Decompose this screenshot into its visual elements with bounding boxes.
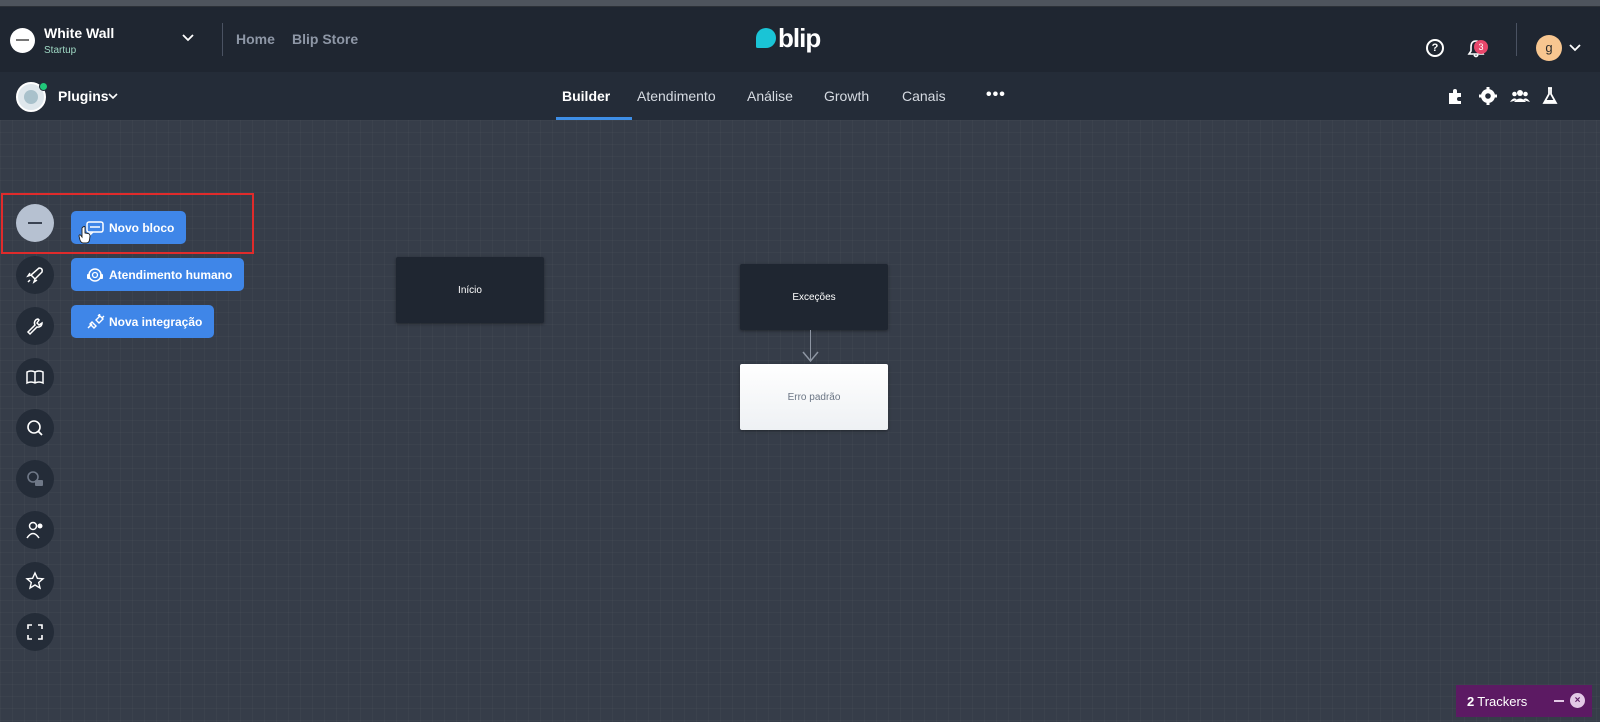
settings-lock-icon <box>27 471 43 486</box>
block-excecoes[interactable]: Exceções <box>740 264 888 330</box>
search-button[interactable] <box>16 409 54 447</box>
book-icon <box>26 370 44 385</box>
browser-top-strip <box>0 0 1600 7</box>
plug-icon <box>87 313 105 329</box>
header-divider <box>1516 23 1517 56</box>
book-button[interactable] <box>16 358 54 396</box>
team-icon[interactable] <box>1510 86 1530 106</box>
header-divider <box>222 23 223 56</box>
atendimento-humano-label: Atendimento humano <box>109 267 233 282</box>
headset-icon <box>87 267 103 282</box>
main-header: White Wall Startup Home Blip Store blip … <box>0 7 1600 72</box>
chevron-down-icon[interactable] <box>180 29 196 45</box>
nova-integracao-button[interactable]: Nova integração <box>71 305 215 338</box>
tab-canais[interactable]: Canais <box>902 88 946 104</box>
wrench-button[interactable] <box>16 307 54 345</box>
more-icon[interactable]: ••• <box>986 86 1006 104</box>
nav-home-link[interactable]: Home <box>236 31 275 47</box>
trackers-count: 2 <box>1467 693 1475 709</box>
help-icon[interactable]: ? <box>1426 39 1444 57</box>
brand-name: blip <box>778 23 821 53</box>
tab-analise[interactable]: Análise <box>747 88 793 104</box>
tab-atendimento[interactable]: Atendimento <box>637 88 716 104</box>
sub-header: Plugins Builder Atendimento Análise Grow… <box>0 72 1600 120</box>
brand-bubble-icon <box>756 28 776 48</box>
nova-integracao-label: Nova integração <box>109 314 203 329</box>
user-icon <box>26 521 43 539</box>
online-status-dot <box>39 82 48 91</box>
org-plan: Startup <box>44 45 77 56</box>
gear-icon[interactable] <box>1478 86 1498 106</box>
rocket-icon <box>26 267 43 284</box>
wrench-icon <box>26 318 43 336</box>
brand-logo[interactable]: blip <box>756 23 828 55</box>
star-icon <box>25 571 45 590</box>
fullscreen-button[interactable] <box>16 613 54 651</box>
settings-lock-button[interactable] <box>16 460 54 498</box>
puzzle-icon[interactable] <box>1446 86 1466 106</box>
arrow-down-icon <box>802 351 819 363</box>
chevron-down-icon[interactable] <box>107 90 119 102</box>
search-icon <box>27 420 43 436</box>
close-icon[interactable]: × <box>1570 693 1585 708</box>
chevron-down-icon[interactable] <box>1568 40 1582 54</box>
trackers-label: Trackers <box>1477 693 1528 709</box>
nav-store-link[interactable]: Blip Store <box>292 31 358 47</box>
minimize-icon[interactable] <box>1554 700 1564 702</box>
hand-cursor-icon <box>78 226 91 244</box>
block-inicio[interactable]: Início <box>396 257 544 323</box>
tab-builder[interactable]: Builder <box>562 88 610 104</box>
notification-badge: 3 <box>1474 40 1488 54</box>
favorites-button[interactable] <box>16 562 54 600</box>
block-erro-padrao-label: Erro padrão <box>787 391 841 403</box>
plugins-menu[interactable]: Plugins <box>58 88 109 104</box>
avatar[interactable]: g <box>1536 35 1562 61</box>
rocket-button[interactable] <box>16 256 54 294</box>
trackers-widget[interactable]: 2 Trackers × <box>1456 685 1592 717</box>
tab-growth[interactable]: Growth <box>824 88 869 104</box>
user-button[interactable] <box>16 511 54 549</box>
org-name[interactable]: White Wall <box>44 25 114 41</box>
atendimento-humano-button[interactable]: Atendimento humano <box>71 258 245 291</box>
block-excecoes-label: Exceções <box>792 291 836 303</box>
org-logo[interactable] <box>10 28 35 53</box>
block-inicio-label: Início <box>458 284 482 296</box>
block-erro-padrao[interactable]: Erro padrão <box>740 364 888 430</box>
flask-icon[interactable] <box>1540 86 1560 106</box>
fullscreen-icon <box>27 624 43 640</box>
novo-bloco-label: Novo bloco <box>109 220 175 235</box>
